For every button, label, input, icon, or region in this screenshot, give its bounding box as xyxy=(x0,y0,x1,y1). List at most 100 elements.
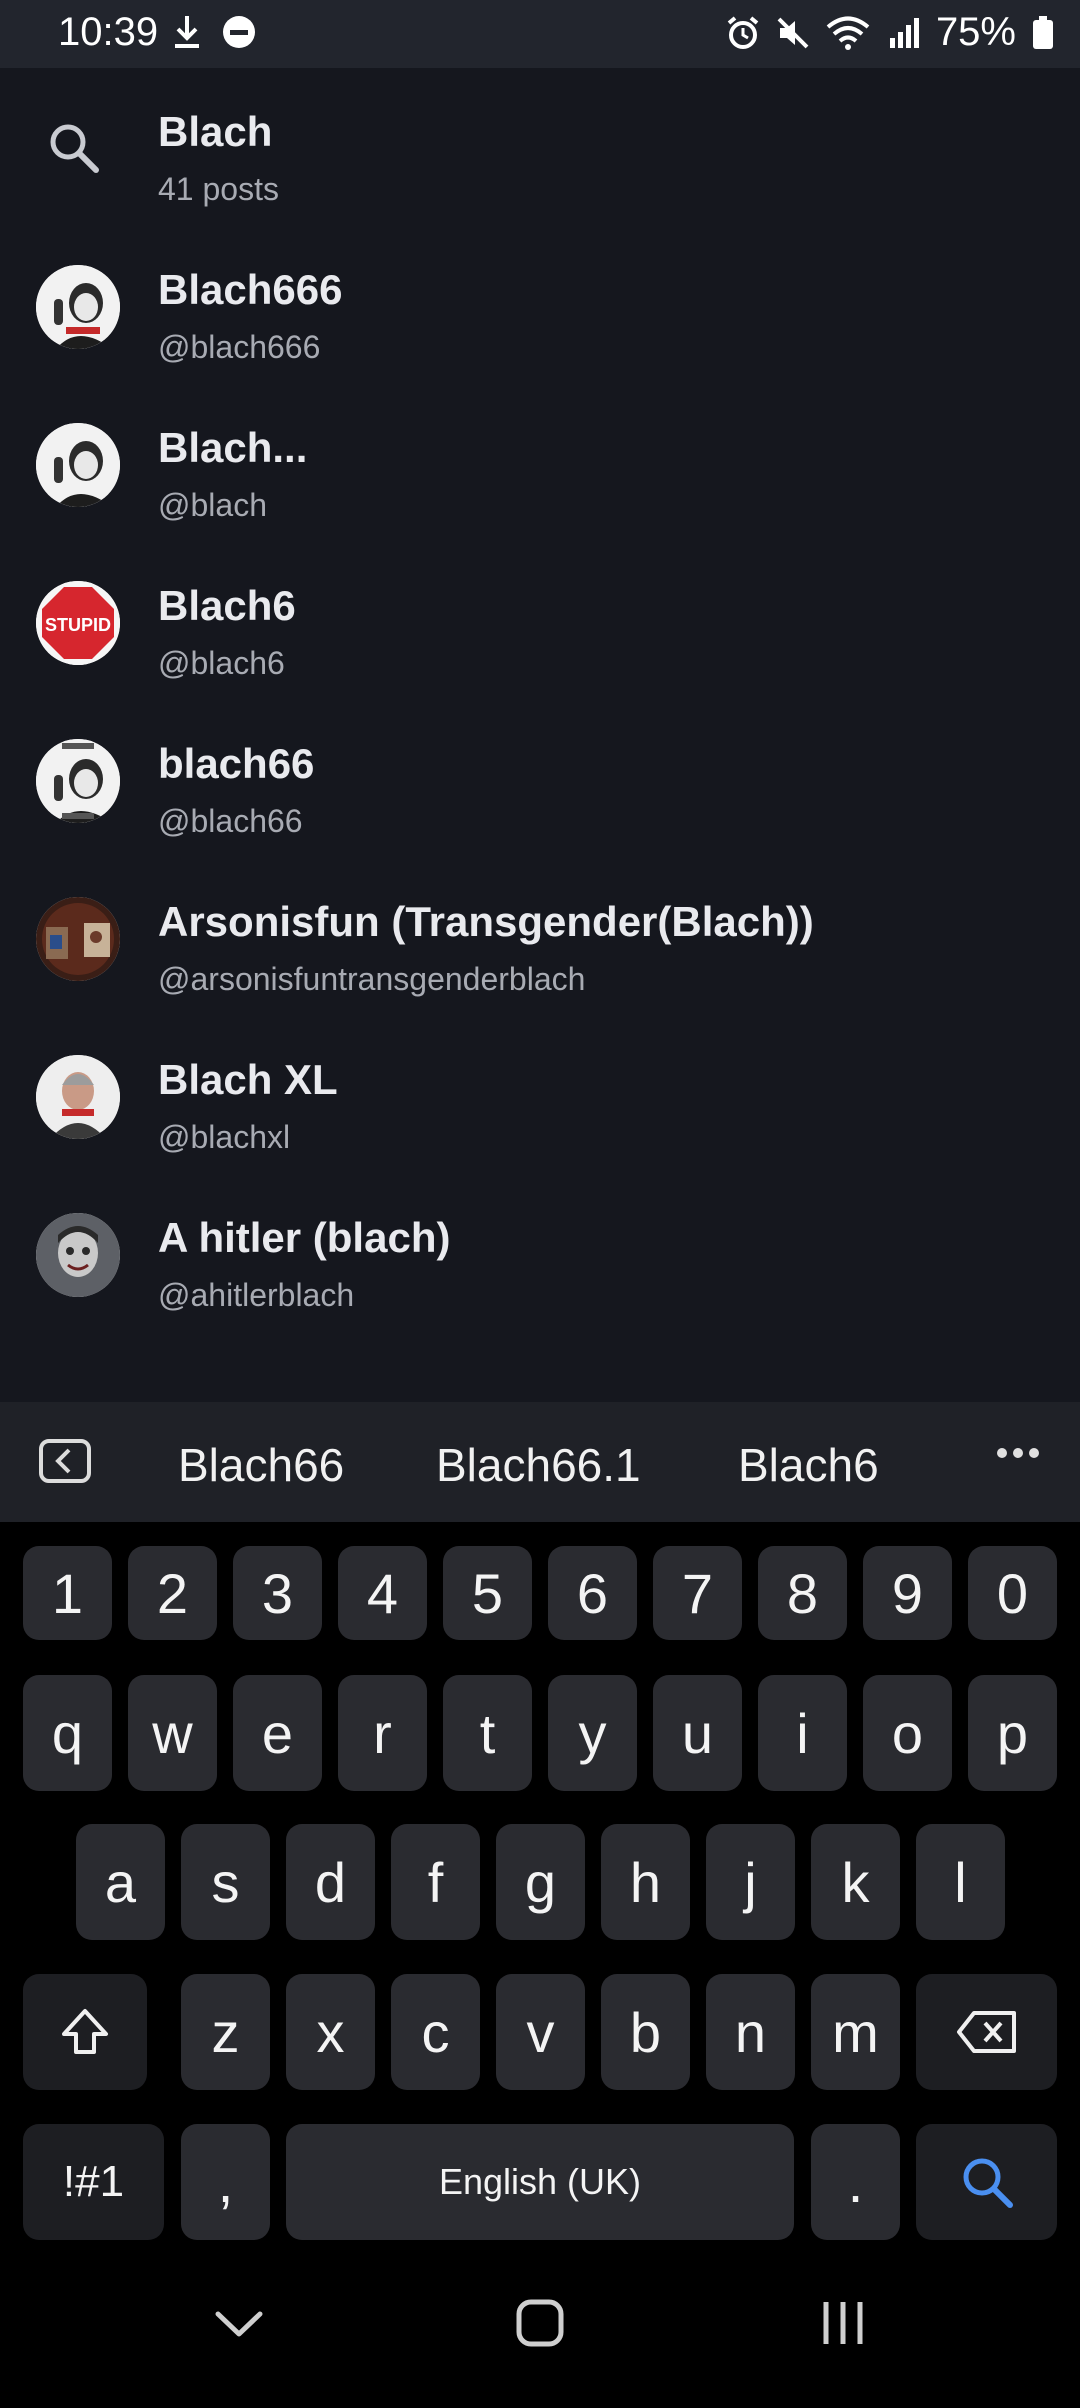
user-display-name: Blach... xyxy=(158,424,308,471)
user-handle: @blach6 xyxy=(158,645,285,681)
recent-apps-icon[interactable] xyxy=(818,2296,868,2355)
dnd-icon xyxy=(222,15,256,49)
key-3[interactable]: 3 xyxy=(233,1546,322,1640)
keyboard-suggestion-bar: Blach66 Blach66.1 Blach6 xyxy=(0,1402,1080,1522)
user-row[interactable]: Blach666 @blach666 xyxy=(0,226,1080,384)
key-m[interactable]: m xyxy=(811,1974,900,2090)
more-options-icon[interactable] xyxy=(996,1446,1040,1465)
key-u[interactable]: u xyxy=(653,1675,742,1791)
user-row[interactable]: A hitler (blach) @ahitlerblach xyxy=(0,1174,1080,1332)
user-handle: @blach xyxy=(158,487,267,523)
hide-keyboard-icon[interactable] xyxy=(212,2296,266,2355)
search-icon xyxy=(44,118,104,183)
user-avatar xyxy=(36,265,120,349)
key-k[interactable]: k xyxy=(811,1824,900,1940)
user-row[interactable]: STUPID Blach6 @blach6 xyxy=(0,542,1080,700)
user-row[interactable]: Blach XL @blachxl xyxy=(0,1016,1080,1174)
search-icon xyxy=(963,2158,1013,2208)
key-q[interactable]: q xyxy=(23,1675,112,1791)
key-z[interactable]: z xyxy=(181,1974,270,2090)
user-avatar xyxy=(36,739,120,823)
suggestion-word[interactable]: Blach66.1 xyxy=(436,1438,641,1492)
key-x[interactable]: x xyxy=(286,1974,375,2090)
period-key[interactable]: . xyxy=(811,2124,900,2240)
stupid-sign-text: STUPID xyxy=(45,615,111,635)
search-key[interactable] xyxy=(916,2124,1057,2240)
key-f[interactable]: f xyxy=(391,1824,480,1940)
key-w[interactable]: w xyxy=(128,1675,217,1791)
user-avatar xyxy=(36,1055,120,1139)
key-l[interactable]: l xyxy=(916,1824,1005,1940)
shift-key[interactable] xyxy=(23,1974,147,2090)
key-i[interactable]: i xyxy=(758,1675,847,1791)
key-7[interactable]: 7 xyxy=(653,1546,742,1640)
key-9[interactable]: 9 xyxy=(863,1546,952,1640)
wifi-icon xyxy=(826,16,870,50)
user-handle: @blach666 xyxy=(158,329,321,365)
key-a[interactable]: a xyxy=(76,1824,165,1940)
key-p[interactable]: p xyxy=(968,1675,1057,1791)
system-navigation-bar xyxy=(0,2250,1080,2408)
user-display-name: A hitler (blach) xyxy=(158,1214,451,1261)
key-s[interactable]: s xyxy=(181,1824,270,1940)
keyboard-toolbar-back-icon[interactable] xyxy=(38,1438,92,1489)
suggestion-word[interactable]: Blach6 xyxy=(738,1438,879,1492)
user-display-name: Blach XL xyxy=(158,1056,338,1103)
user-row[interactable]: Blach... @blach xyxy=(0,384,1080,542)
shift-icon xyxy=(62,2009,108,2054)
user-display-name: Arsonisfun (Transgender(Blach)) xyxy=(158,898,814,945)
user-display-name: Blach666 xyxy=(158,266,343,313)
key-o[interactable]: o xyxy=(863,1675,952,1791)
key-g[interactable]: g xyxy=(496,1824,585,1940)
key-1[interactable]: 1 xyxy=(23,1546,112,1640)
key-h[interactable]: h xyxy=(601,1824,690,1940)
search-query-text: Blach xyxy=(158,108,273,155)
key-n[interactable]: n xyxy=(706,1974,795,2090)
key-y[interactable]: y xyxy=(548,1675,637,1791)
backspace-icon xyxy=(956,2011,1016,2053)
user-handle: @blachxl xyxy=(158,1119,291,1155)
key-j[interactable]: j xyxy=(706,1824,795,1940)
suggestion-word[interactable]: Blach66 xyxy=(178,1438,344,1492)
mute-icon xyxy=(776,16,810,50)
key-2[interactable]: 2 xyxy=(128,1546,217,1640)
battery-icon xyxy=(1032,15,1054,50)
user-handle: @arsonisfuntransgenderblach xyxy=(158,961,586,997)
alarm-icon xyxy=(726,15,760,50)
key-8[interactable]: 8 xyxy=(758,1546,847,1640)
user-avatar xyxy=(36,897,120,981)
key-r[interactable]: r xyxy=(338,1675,427,1791)
comma-key[interactable]: , xyxy=(181,2124,270,2240)
key-d[interactable]: d xyxy=(286,1824,375,1940)
user-display-name: Blach6 xyxy=(158,582,296,629)
on-screen-keyboard: 1 2 3 4 5 6 7 8 9 0 q w e r t y u i o p … xyxy=(0,1522,1080,2250)
key-6[interactable]: 6 xyxy=(548,1546,637,1640)
key-4[interactable]: 4 xyxy=(338,1546,427,1640)
user-avatar: STUPID xyxy=(36,581,120,665)
home-icon[interactable] xyxy=(515,2296,565,2355)
user-handle: @ahitlerblach xyxy=(158,1277,355,1313)
user-avatar xyxy=(36,423,120,507)
download-icon xyxy=(172,14,202,50)
status-time: 10:39 xyxy=(58,10,159,54)
user-avatar xyxy=(36,1213,120,1297)
user-row[interactable]: Arsonisfun (Transgender(Blach)) @arsonis… xyxy=(0,858,1080,1016)
search-posts-row[interactable]: Blach 41 posts xyxy=(0,68,1080,226)
symbols-key[interactable]: !#1 xyxy=(23,2124,164,2240)
post-count: 41 posts xyxy=(158,171,279,207)
battery-percent: 75% xyxy=(935,10,1016,54)
status-bar: 10:39 75% xyxy=(0,0,1080,68)
key-t[interactable]: t xyxy=(443,1675,532,1791)
space-key[interactable]: English (UK) xyxy=(286,2124,794,2240)
key-b[interactable]: b xyxy=(601,1974,690,2090)
key-v[interactable]: v xyxy=(496,1974,585,2090)
key-5[interactable]: 5 xyxy=(443,1546,532,1640)
key-e[interactable]: e xyxy=(233,1675,322,1791)
user-display-name: blach66 xyxy=(158,740,315,787)
backspace-key[interactable] xyxy=(916,1974,1057,2090)
user-handle: @blach66 xyxy=(158,803,303,839)
key-0[interactable]: 0 xyxy=(968,1546,1057,1640)
signal-icon xyxy=(886,16,920,50)
user-row[interactable]: blach66 @blach66 xyxy=(0,700,1080,858)
key-c[interactable]: c xyxy=(391,1974,480,2090)
